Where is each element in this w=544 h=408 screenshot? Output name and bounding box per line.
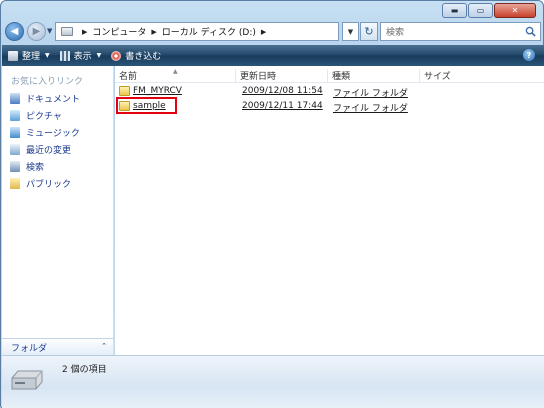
nav-item-label: パブリック (26, 180, 72, 190)
nav-item-recent-changes[interactable]: 最近の変更 (10, 143, 71, 156)
details-pane: 2 個の項目 (2, 355, 544, 408)
caption-buttons: ▬ ▭ ✕ (442, 3, 536, 18)
search-folder-icon (10, 161, 20, 172)
music-icon (10, 127, 20, 138)
file-list: 名前 ▲ 更新日時 種類 サイズ FM_MYRCV 2009/12/08 11:… (115, 66, 544, 355)
file-modified: 2009/12/11 17:44 (242, 101, 323, 111)
recent-pages-dropdown-icon[interactable]: ▼ (47, 27, 52, 35)
file-type: ファイル フォルダ (333, 89, 408, 99)
column-header-size[interactable]: サイズ (419, 69, 489, 83)
views-label: 表示 (73, 52, 92, 62)
organize-icon (8, 50, 18, 61)
address-history-dropdown-icon[interactable]: ▼ (342, 22, 359, 41)
views-button[interactable]: 表示 ▼ (59, 49, 102, 62)
breadcrumb-separator-icon[interactable]: ▶ (261, 28, 266, 36)
nav-item-pictures[interactable]: ピクチャ (10, 109, 62, 122)
chevron-down-icon: ▼ (45, 52, 50, 59)
item-count: 2 個の項目 (62, 365, 107, 375)
back-button[interactable]: ◀ (5, 22, 24, 41)
file-row[interactable]: sample 2009/12/11 17:44 ファイル フォルダ (115, 99, 544, 114)
close-button[interactable]: ✕ (494, 3, 536, 18)
views-icon (59, 50, 70, 61)
search-icon[interactable] (525, 26, 536, 37)
file-type: ファイル フォルダ (333, 104, 408, 114)
nav-item-label: ミュージック (26, 129, 80, 139)
breadcrumb-computer[interactable]: コンピュータ (92, 25, 146, 38)
breadcrumb-separator-icon[interactable]: ▶ (82, 28, 87, 36)
minimize-button[interactable]: ▬ (442, 3, 467, 18)
breadcrumb-local-disk[interactable]: ローカル ディスク (D:) (162, 25, 256, 38)
burn-button[interactable]: 書き込む (111, 49, 161, 62)
folders-toggle[interactable]: フォルダ ⌃ (2, 338, 114, 355)
column-header-label: 更新日時 (240, 72, 277, 82)
column-header-name[interactable]: 名前 ▲ (115, 68, 235, 83)
nav-item-music[interactable]: ミュージック (10, 126, 80, 139)
file-modified: 2009/12/08 11:54 (242, 86, 323, 96)
nav-item-searches[interactable]: 検索 (10, 160, 44, 173)
chevron-up-icon: ⌃ (101, 342, 107, 350)
forward-button[interactable]: ▶ (27, 22, 46, 41)
highlight-box (116, 97, 177, 114)
favorite-links-title: お気に入りリンク (11, 77, 84, 87)
search-input[interactable]: 検索 (380, 22, 541, 41)
pictures-icon (10, 110, 20, 121)
column-header-label: 種類 (332, 72, 351, 82)
column-header-date[interactable]: 更新日時 (235, 69, 327, 83)
organize-button[interactable]: 整理 ▼ (8, 49, 50, 62)
navigation-pane: お気に入りリンク ドキュメント ピクチャ ミュージック 最近の変更 検索 パブリ… (2, 66, 114, 354)
public-folder-icon (10, 178, 20, 189)
burn-disc-icon (111, 50, 122, 61)
nav-item-label: 検索 (26, 163, 45, 173)
recent-changes-icon (10, 144, 20, 155)
breadcrumb-separator-icon[interactable]: ▶ (151, 28, 156, 36)
help-icon[interactable]: ? (523, 49, 535, 61)
nav-item-label: ドキュメント (26, 95, 81, 105)
computer-icon (61, 27, 73, 36)
nav-item-label: ピクチャ (26, 112, 62, 122)
folder-icon (119, 86, 130, 96)
hard-drive-icon (11, 370, 43, 390)
nav-item-public[interactable]: パブリック (10, 177, 71, 190)
command-toolbar: 整理 ▼ 表示 ▼ 書き込む ? (2, 45, 544, 66)
chevron-down-icon: ▼ (96, 52, 102, 59)
organize-label: 整理 (22, 52, 41, 62)
column-header-type[interactable]: 種類 (327, 69, 419, 83)
documents-icon (10, 93, 20, 104)
maximize-button[interactable]: ▭ (468, 3, 493, 18)
file-row[interactable]: FM_MYRCV 2009/12/08 11:54 ファイル フォルダ (115, 84, 544, 99)
refresh-button[interactable]: ↻ (360, 22, 378, 41)
file-name[interactable]: FM_MYRCV (133, 86, 182, 96)
address-bar[interactable]: ▶ コンピュータ ▶ ローカル ディスク (D:) ▶ (55, 22, 339, 41)
nav-item-label: 最近の変更 (26, 146, 72, 156)
explorer-window: ▬ ▭ ✕ ◀ ▶ ▼ ▶ コンピュータ ▶ ローカル ディスク (D:) ▶ … (0, 0, 544, 408)
sort-ascending-icon: ▲ (173, 68, 178, 75)
column-header-label: サイズ (424, 72, 451, 82)
column-header-label: 名前 (119, 72, 138, 82)
search-placeholder: 検索 (386, 28, 405, 38)
navigation-bar: ◀ ▶ ▼ ▶ コンピュータ ▶ ローカル ディスク (D:) ▶ ▼ ↻ 検索 (5, 21, 541, 43)
burn-label: 書き込む (125, 52, 162, 62)
nav-item-documents[interactable]: ドキュメント (10, 92, 80, 105)
column-headers: 名前 ▲ 更新日時 種類 サイズ (115, 66, 544, 83)
folders-label: フォルダ (11, 343, 48, 354)
